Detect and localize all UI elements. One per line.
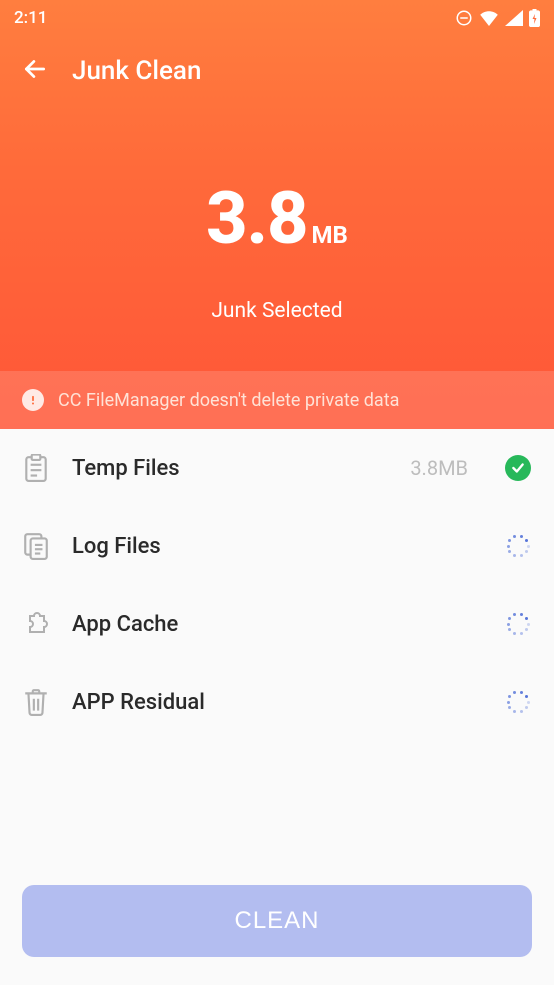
category-row-app-residual[interactable]: APP Residual bbox=[0, 663, 554, 741]
category-size: 3.8MB bbox=[410, 456, 468, 480]
status-icons bbox=[455, 9, 540, 27]
privacy-notice-text: CC FileManager doesn't delete private da… bbox=[58, 390, 399, 411]
junk-size-value: 3.8 bbox=[206, 176, 307, 261]
back-icon[interactable] bbox=[22, 56, 48, 86]
check-icon bbox=[505, 455, 531, 481]
category-label: APP Residual bbox=[72, 690, 482, 715]
app-bar: Junk Clean bbox=[0, 36, 554, 106]
page-title: Junk Clean bbox=[72, 56, 201, 86]
category-label: Log Files bbox=[72, 534, 482, 559]
trash-icon bbox=[22, 688, 50, 716]
header-area: 2:11 Junk Clean 3.8 MB Junk Selected bbox=[0, 0, 554, 429]
clean-button[interactable]: CLEAN bbox=[22, 885, 532, 957]
status-loading bbox=[504, 532, 532, 560]
category-list: Temp Files 3.8MB Log Files App Cache APP… bbox=[0, 429, 554, 741]
spinner-icon bbox=[506, 612, 530, 636]
junk-subtitle: Junk Selected bbox=[0, 299, 554, 323]
clipboard-icon bbox=[22, 454, 50, 482]
category-label: Temp Files bbox=[72, 456, 388, 481]
puzzle-icon bbox=[22, 610, 50, 638]
dnd-icon bbox=[455, 9, 473, 27]
junk-size-unit: MB bbox=[312, 221, 348, 249]
alert-icon bbox=[22, 389, 44, 411]
battery-icon bbox=[529, 9, 540, 27]
privacy-notice: CC FileManager doesn't delete private da… bbox=[0, 371, 554, 429]
category-row-app-cache[interactable]: App Cache bbox=[0, 585, 554, 663]
category-row-temp-files[interactable]: Temp Files 3.8MB bbox=[0, 429, 554, 507]
spinner-icon bbox=[506, 690, 530, 714]
signal-icon bbox=[505, 10, 523, 26]
junk-size: 3.8 MB bbox=[206, 176, 348, 261]
wifi-icon bbox=[479, 10, 499, 26]
category-label: App Cache bbox=[72, 612, 482, 637]
status-bar: 2:11 bbox=[0, 0, 554, 36]
status-loading bbox=[504, 610, 532, 638]
status-done[interactable] bbox=[504, 454, 532, 482]
status-time: 2:11 bbox=[14, 8, 47, 28]
hero: 3.8 MB Junk Selected bbox=[0, 106, 554, 371]
spinner-icon bbox=[506, 534, 530, 558]
status-loading bbox=[504, 688, 532, 716]
document-icon bbox=[22, 532, 50, 560]
category-row-log-files[interactable]: Log Files bbox=[0, 507, 554, 585]
